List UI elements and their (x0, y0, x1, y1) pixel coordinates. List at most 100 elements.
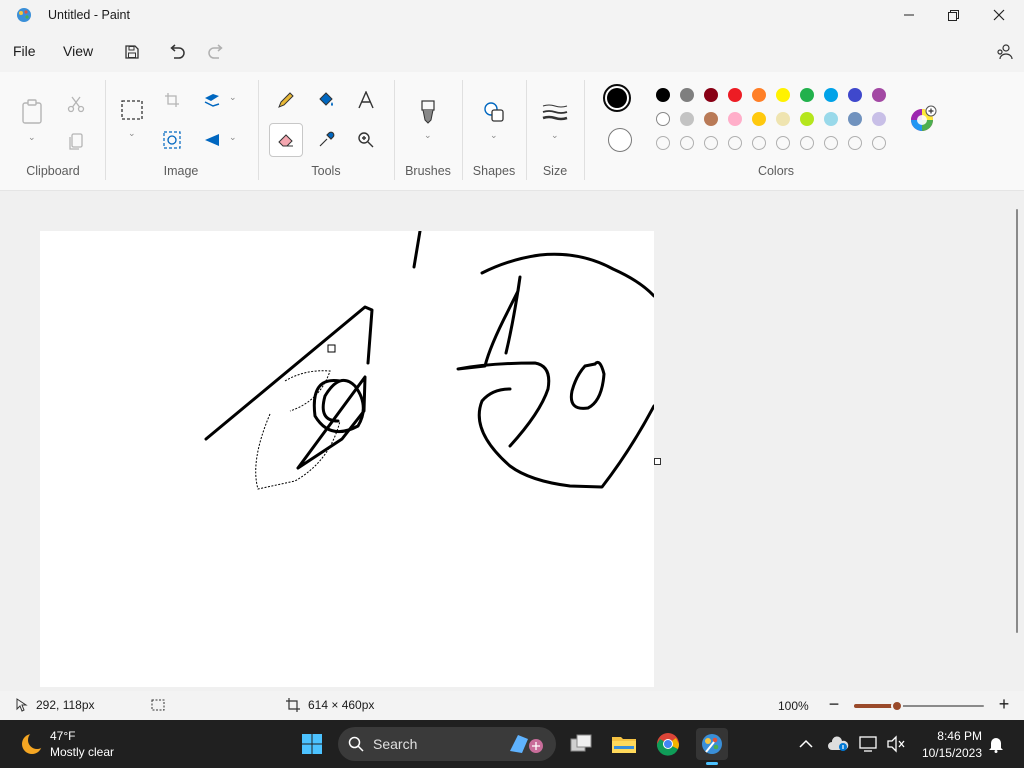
color-swatch[interactable] (680, 88, 694, 102)
cut-button[interactable] (60, 88, 92, 120)
canvas-size-icon (286, 698, 300, 712)
scrollbar-thumb[interactable] (1016, 209, 1018, 633)
custom-color-slot[interactable] (680, 136, 694, 150)
color-swatch[interactable] (656, 112, 670, 126)
redo-button[interactable] (204, 40, 228, 64)
file-explorer-button[interactable] (608, 728, 640, 760)
custom-color-slot[interactable] (656, 136, 670, 150)
brushes-dropdown-icon[interactable]: ⌄ (424, 130, 432, 141)
brushes-button[interactable] (412, 96, 444, 128)
crop-icon (165, 93, 179, 107)
custom-color-slot[interactable] (704, 136, 718, 150)
color-swatch[interactable] (728, 112, 742, 126)
clock[interactable]: 8:46 PM 10/15/2023 (912, 727, 982, 761)
zoom-level[interactable]: 100% (778, 699, 809, 713)
volume-button[interactable] (880, 728, 912, 760)
color-swatch[interactable] (872, 88, 886, 102)
resize-dropdown-icon[interactable]: ⌄ (229, 92, 237, 103)
undo-button[interactable] (165, 40, 189, 64)
color-swatch[interactable] (824, 112, 838, 126)
cursor-position: 292, 118px (16, 698, 95, 712)
text-icon (358, 91, 374, 109)
color-swatch[interactable] (800, 88, 814, 102)
custom-color-slot[interactable] (824, 136, 838, 150)
vertical-scrollbar[interactable] (1014, 191, 1024, 691)
paste-dropdown-icon[interactable]: ⌄ (28, 132, 36, 143)
image-select-button[interactable] (156, 124, 188, 156)
custom-color-slot[interactable] (728, 136, 742, 150)
text-button[interactable] (350, 84, 382, 116)
zoom-slider-thumb[interactable] (890, 700, 903, 712)
shapes-button[interactable] (478, 96, 510, 128)
magnifier-button[interactable] (350, 124, 382, 156)
select-button[interactable] (116, 94, 148, 126)
chrome-button[interactable] (652, 728, 684, 760)
select-dropdown-icon[interactable]: ⌄ (128, 128, 136, 139)
color-swatch[interactable] (800, 112, 814, 126)
eraser-button[interactable] (269, 123, 303, 157)
custom-color-slot[interactable] (752, 136, 766, 150)
pencil-button[interactable] (270, 84, 302, 116)
custom-color-slot[interactable] (776, 136, 790, 150)
size-dropdown-icon[interactable]: ⌄ (551, 130, 559, 141)
taskbar-search[interactable]: Search (338, 727, 556, 761)
custom-color-slot[interactable] (848, 136, 862, 150)
shapes-dropdown-icon[interactable]: ⌄ (490, 130, 498, 141)
menu-view[interactable]: View (63, 43, 93, 59)
size-group[interactable]: ⌄ Size (530, 76, 580, 186)
color-swatch[interactable] (824, 88, 838, 102)
brushes-group[interactable]: ⌄ Brushes (398, 76, 458, 186)
save-button[interactable] (120, 40, 144, 64)
color-swatch[interactable] (656, 88, 670, 102)
paint-bucket-icon (319, 92, 333, 106)
tools-group: Tools (262, 76, 390, 186)
weather-widget[interactable]: 47°F Mostly clear (14, 727, 144, 761)
start-button[interactable] (296, 728, 328, 760)
copy-icon (69, 133, 83, 150)
zoom-in-button[interactable]: + (996, 695, 1012, 713)
task-view-button[interactable] (565, 728, 597, 760)
crop-button[interactable] (156, 84, 188, 116)
paint-taskbar-button[interactable] (696, 728, 728, 765)
color-swatch[interactable] (848, 112, 862, 126)
title-bar: Untitled - Paint (0, 0, 1024, 32)
canvas-workspace (0, 191, 1014, 691)
onedrive-button[interactable] (822, 728, 854, 760)
close-button[interactable] (976, 0, 1022, 30)
resize-button[interactable] (196, 84, 228, 116)
size-button[interactable] (539, 96, 571, 128)
zoom-out-button[interactable]: − (826, 695, 842, 713)
edit-colors-button[interactable] (908, 104, 938, 134)
color-swatch[interactable] (848, 88, 862, 102)
custom-color-slot[interactable] (800, 136, 814, 150)
search-label: Search (373, 736, 418, 752)
maximize-button[interactable] (930, 0, 976, 30)
flip-dropdown-icon[interactable]: ⌄ (229, 132, 237, 143)
share-button[interactable] (992, 40, 1016, 64)
custom-color-slot[interactable] (872, 136, 886, 150)
color-swatch[interactable] (704, 88, 718, 102)
flip-button[interactable] (196, 124, 228, 156)
color-swatch[interactable] (752, 88, 766, 102)
color-swatch[interactable] (776, 112, 790, 126)
show-hidden-icons-button[interactable] (790, 728, 822, 760)
color-swatch[interactable] (752, 112, 766, 126)
color-swatch[interactable] (704, 112, 718, 126)
drawing-canvas[interactable] (40, 231, 654, 687)
shapes-group[interactable]: ⌄ Shapes (466, 76, 522, 186)
color-swatch[interactable] (872, 112, 886, 126)
color-swatch[interactable] (680, 112, 694, 126)
minimize-button[interactable] (886, 0, 932, 30)
color-swatch[interactable] (728, 88, 742, 102)
zoom-slider[interactable] (854, 700, 984, 712)
canvas-resize-handle[interactable] (654, 458, 661, 465)
shapes-icon (484, 102, 504, 122)
fill-button[interactable] (310, 84, 342, 116)
color-picker-button[interactable] (310, 124, 342, 156)
copy-button[interactable] (60, 126, 92, 158)
menu-file[interactable]: File (13, 43, 36, 59)
notifications-button[interactable] (982, 728, 1010, 760)
color-swatch[interactable] (776, 88, 790, 102)
paste-button[interactable] (16, 96, 48, 128)
canvas-size-text: 614 × 460px (308, 698, 375, 712)
